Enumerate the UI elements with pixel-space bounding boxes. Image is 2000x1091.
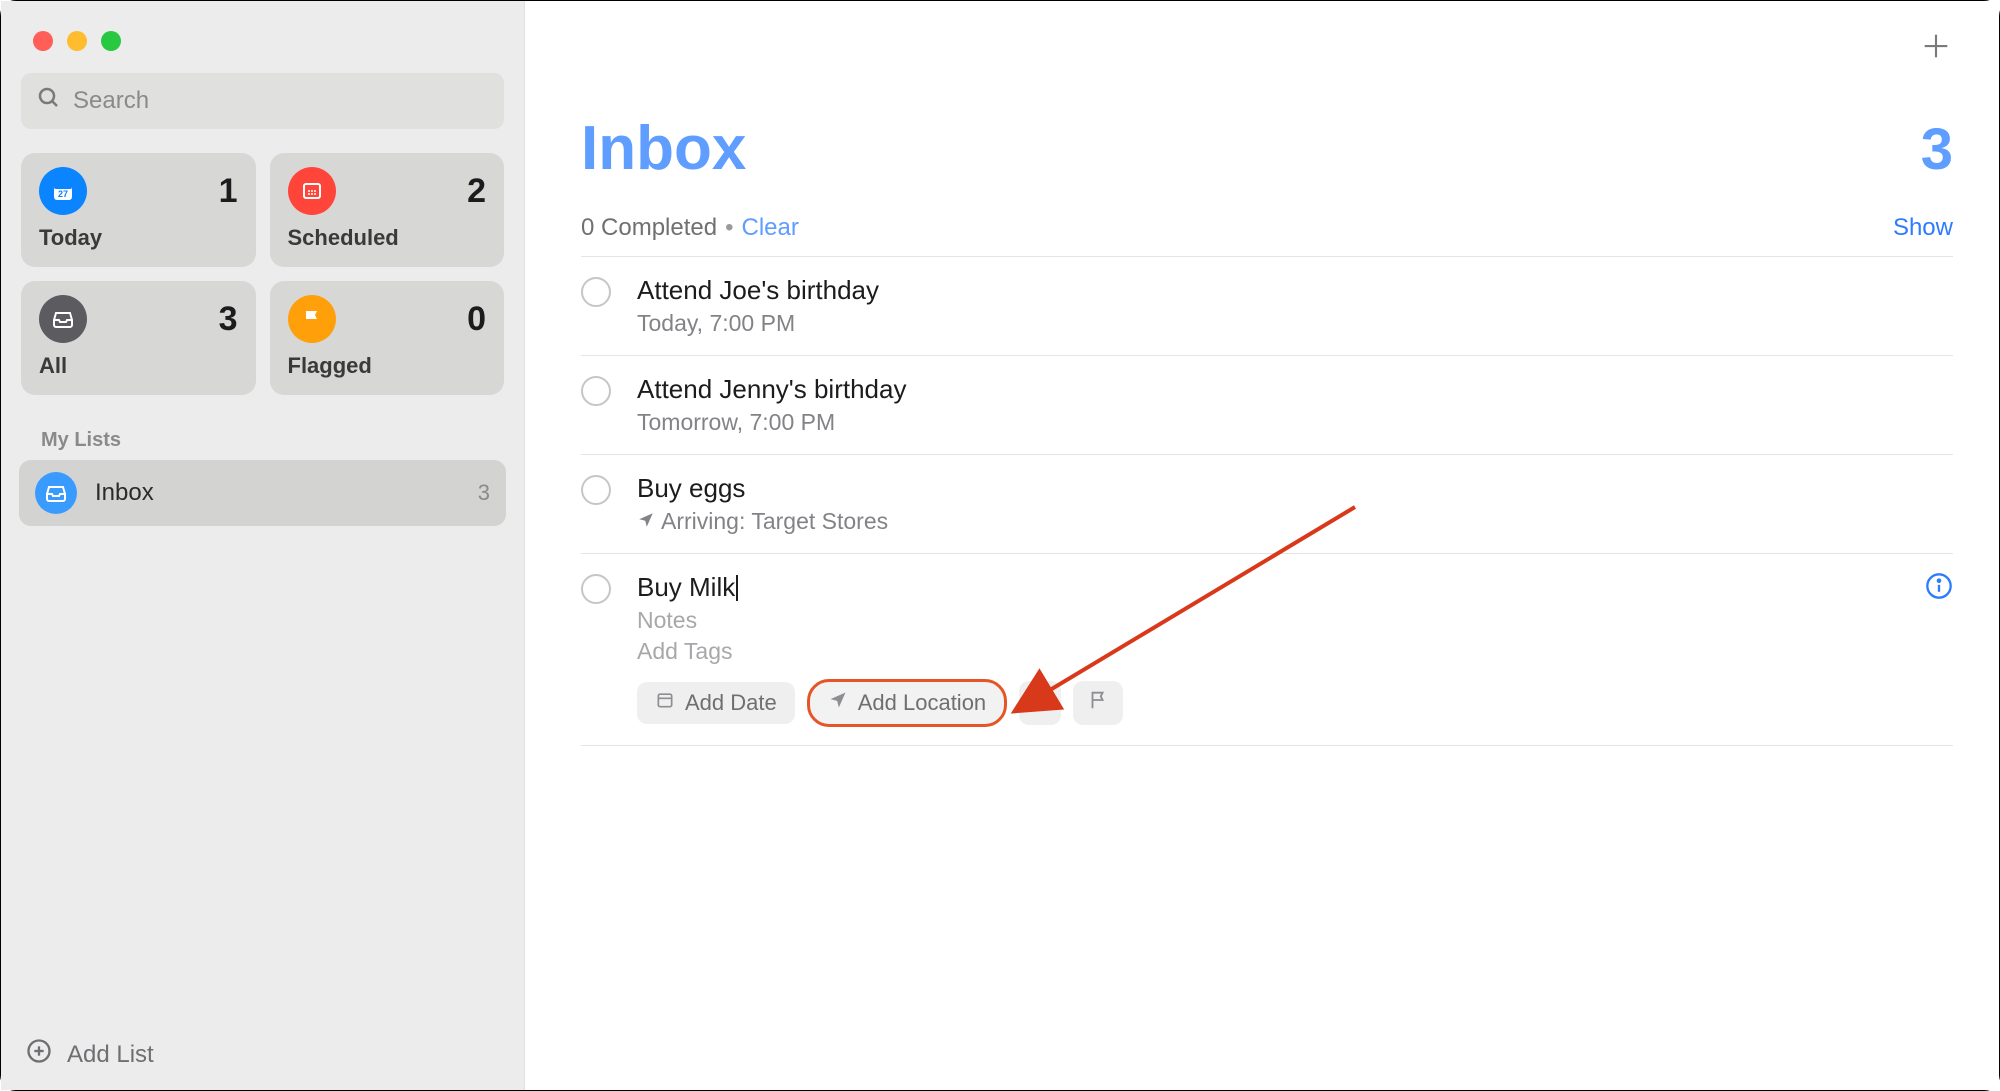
quick-actions-row: Add Date Add Location # <box>637 679 1899 727</box>
list-total-count: 3 <box>1921 116 1953 183</box>
calendar-icon <box>288 167 336 215</box>
add-list-button[interactable]: Add List <box>25 1037 154 1072</box>
reminder-item[interactable]: Attend Jenny's birthday Tomorrow, 7:00 P… <box>581 356 1953 455</box>
reminder-title-input[interactable]: Buy Milk <box>637 572 1899 603</box>
search-input[interactable] <box>21 73 504 129</box>
calendar-small-icon <box>655 690 675 716</box>
location-arrow-icon <box>637 508 655 535</box>
flag-outline-icon <box>1087 689 1109 717</box>
complete-checkbox[interactable] <box>581 376 611 406</box>
plus-circle-icon <box>25 1037 53 1072</box>
smart-today-label: Today <box>39 225 238 251</box>
add-tag-button[interactable]: # <box>1019 681 1060 725</box>
reminder-title[interactable]: Buy eggs <box>637 473 1953 504</box>
list-count: 3 <box>478 480 490 506</box>
smart-all-label: All <box>39 353 238 379</box>
reminder-subtitle: Arriving: Target Stores <box>637 508 1953 535</box>
reminder-subtitle: Today, 7:00 PM <box>637 310 1953 337</box>
location-arrow-icon <box>828 690 848 716</box>
smart-today[interactable]: 27 1 Today <box>21 153 256 267</box>
smart-flagged-count: 0 <box>467 300 486 339</box>
reminder-title[interactable]: Attend Jenny's birthday <box>637 374 1953 405</box>
new-reminder-button[interactable] <box>1919 29 1953 73</box>
smart-today-count: 1 <box>219 172 238 211</box>
flag-icon <box>288 295 336 343</box>
complete-checkbox[interactable] <box>581 574 611 604</box>
minimize-window-button[interactable] <box>67 31 87 51</box>
reminder-list: Attend Joe's birthday Today, 7:00 PM Att… <box>525 256 1999 746</box>
list-title: Inbox <box>581 113 746 184</box>
smart-flagged-label: Flagged <box>288 353 487 379</box>
list-icon <box>35 472 77 514</box>
smart-all-count: 3 <box>219 300 238 339</box>
smart-scheduled-count: 2 <box>467 172 486 211</box>
search-icon <box>37 86 61 116</box>
my-lists-header: My Lists <box>1 395 524 460</box>
smart-scheduled-label: Scheduled <box>288 225 487 251</box>
add-list-label: Add List <box>67 1041 154 1069</box>
reminder-item[interactable]: Attend Joe's birthday Today, 7:00 PM <box>581 256 1953 356</box>
reminder-item-editing[interactable]: Buy Milk Notes Add Tags Add Date Add <box>581 554 1953 746</box>
close-window-button[interactable] <box>33 31 53 51</box>
reminder-title[interactable]: Attend Joe's birthday <box>637 275 1953 306</box>
smart-scheduled[interactable]: 2 Scheduled <box>270 153 505 267</box>
add-location-button[interactable]: Add Location <box>807 679 1007 727</box>
info-button[interactable] <box>1925 572 1953 607</box>
tags-input[interactable]: Add Tags <box>637 638 1899 665</box>
smart-lists-grid: 27 1 Today 2 Scheduled 3 All <box>1 129 524 395</box>
hash-icon: # <box>1033 689 1046 717</box>
list-name: Inbox <box>95 479 460 507</box>
smart-flagged[interactable]: 0 Flagged <box>270 281 505 395</box>
svg-text:27: 27 <box>58 189 68 199</box>
completed-count-text: 0 Completed <box>581 214 717 242</box>
notes-input[interactable]: Notes <box>637 607 1899 634</box>
main-panel: Inbox 3 0 Completed • Clear Show Attend … <box>525 1 1999 1090</box>
smart-all[interactable]: 3 All <box>21 281 256 395</box>
complete-checkbox[interactable] <box>581 475 611 505</box>
sidebar-list-inbox[interactable]: Inbox 3 <box>19 460 506 526</box>
complete-checkbox[interactable] <box>581 277 611 307</box>
tray-icon <box>39 295 87 343</box>
flag-button[interactable] <box>1073 681 1123 725</box>
maximize-window-button[interactable] <box>101 31 121 51</box>
window-controls <box>1 1 524 51</box>
sidebar: 27 1 Today 2 Scheduled 3 All <box>1 1 525 1090</box>
separator-dot: • <box>725 214 733 242</box>
reminder-subtitle: Tomorrow, 7:00 PM <box>637 409 1953 436</box>
show-completed-button[interactable]: Show <box>1893 214 1953 242</box>
add-date-button[interactable]: Add Date <box>637 682 795 724</box>
clear-completed-button[interactable]: Clear <box>741 214 798 242</box>
calendar-today-icon: 27 <box>39 167 87 215</box>
reminder-item[interactable]: Buy eggs Arriving: Target Stores <box>581 455 1953 554</box>
